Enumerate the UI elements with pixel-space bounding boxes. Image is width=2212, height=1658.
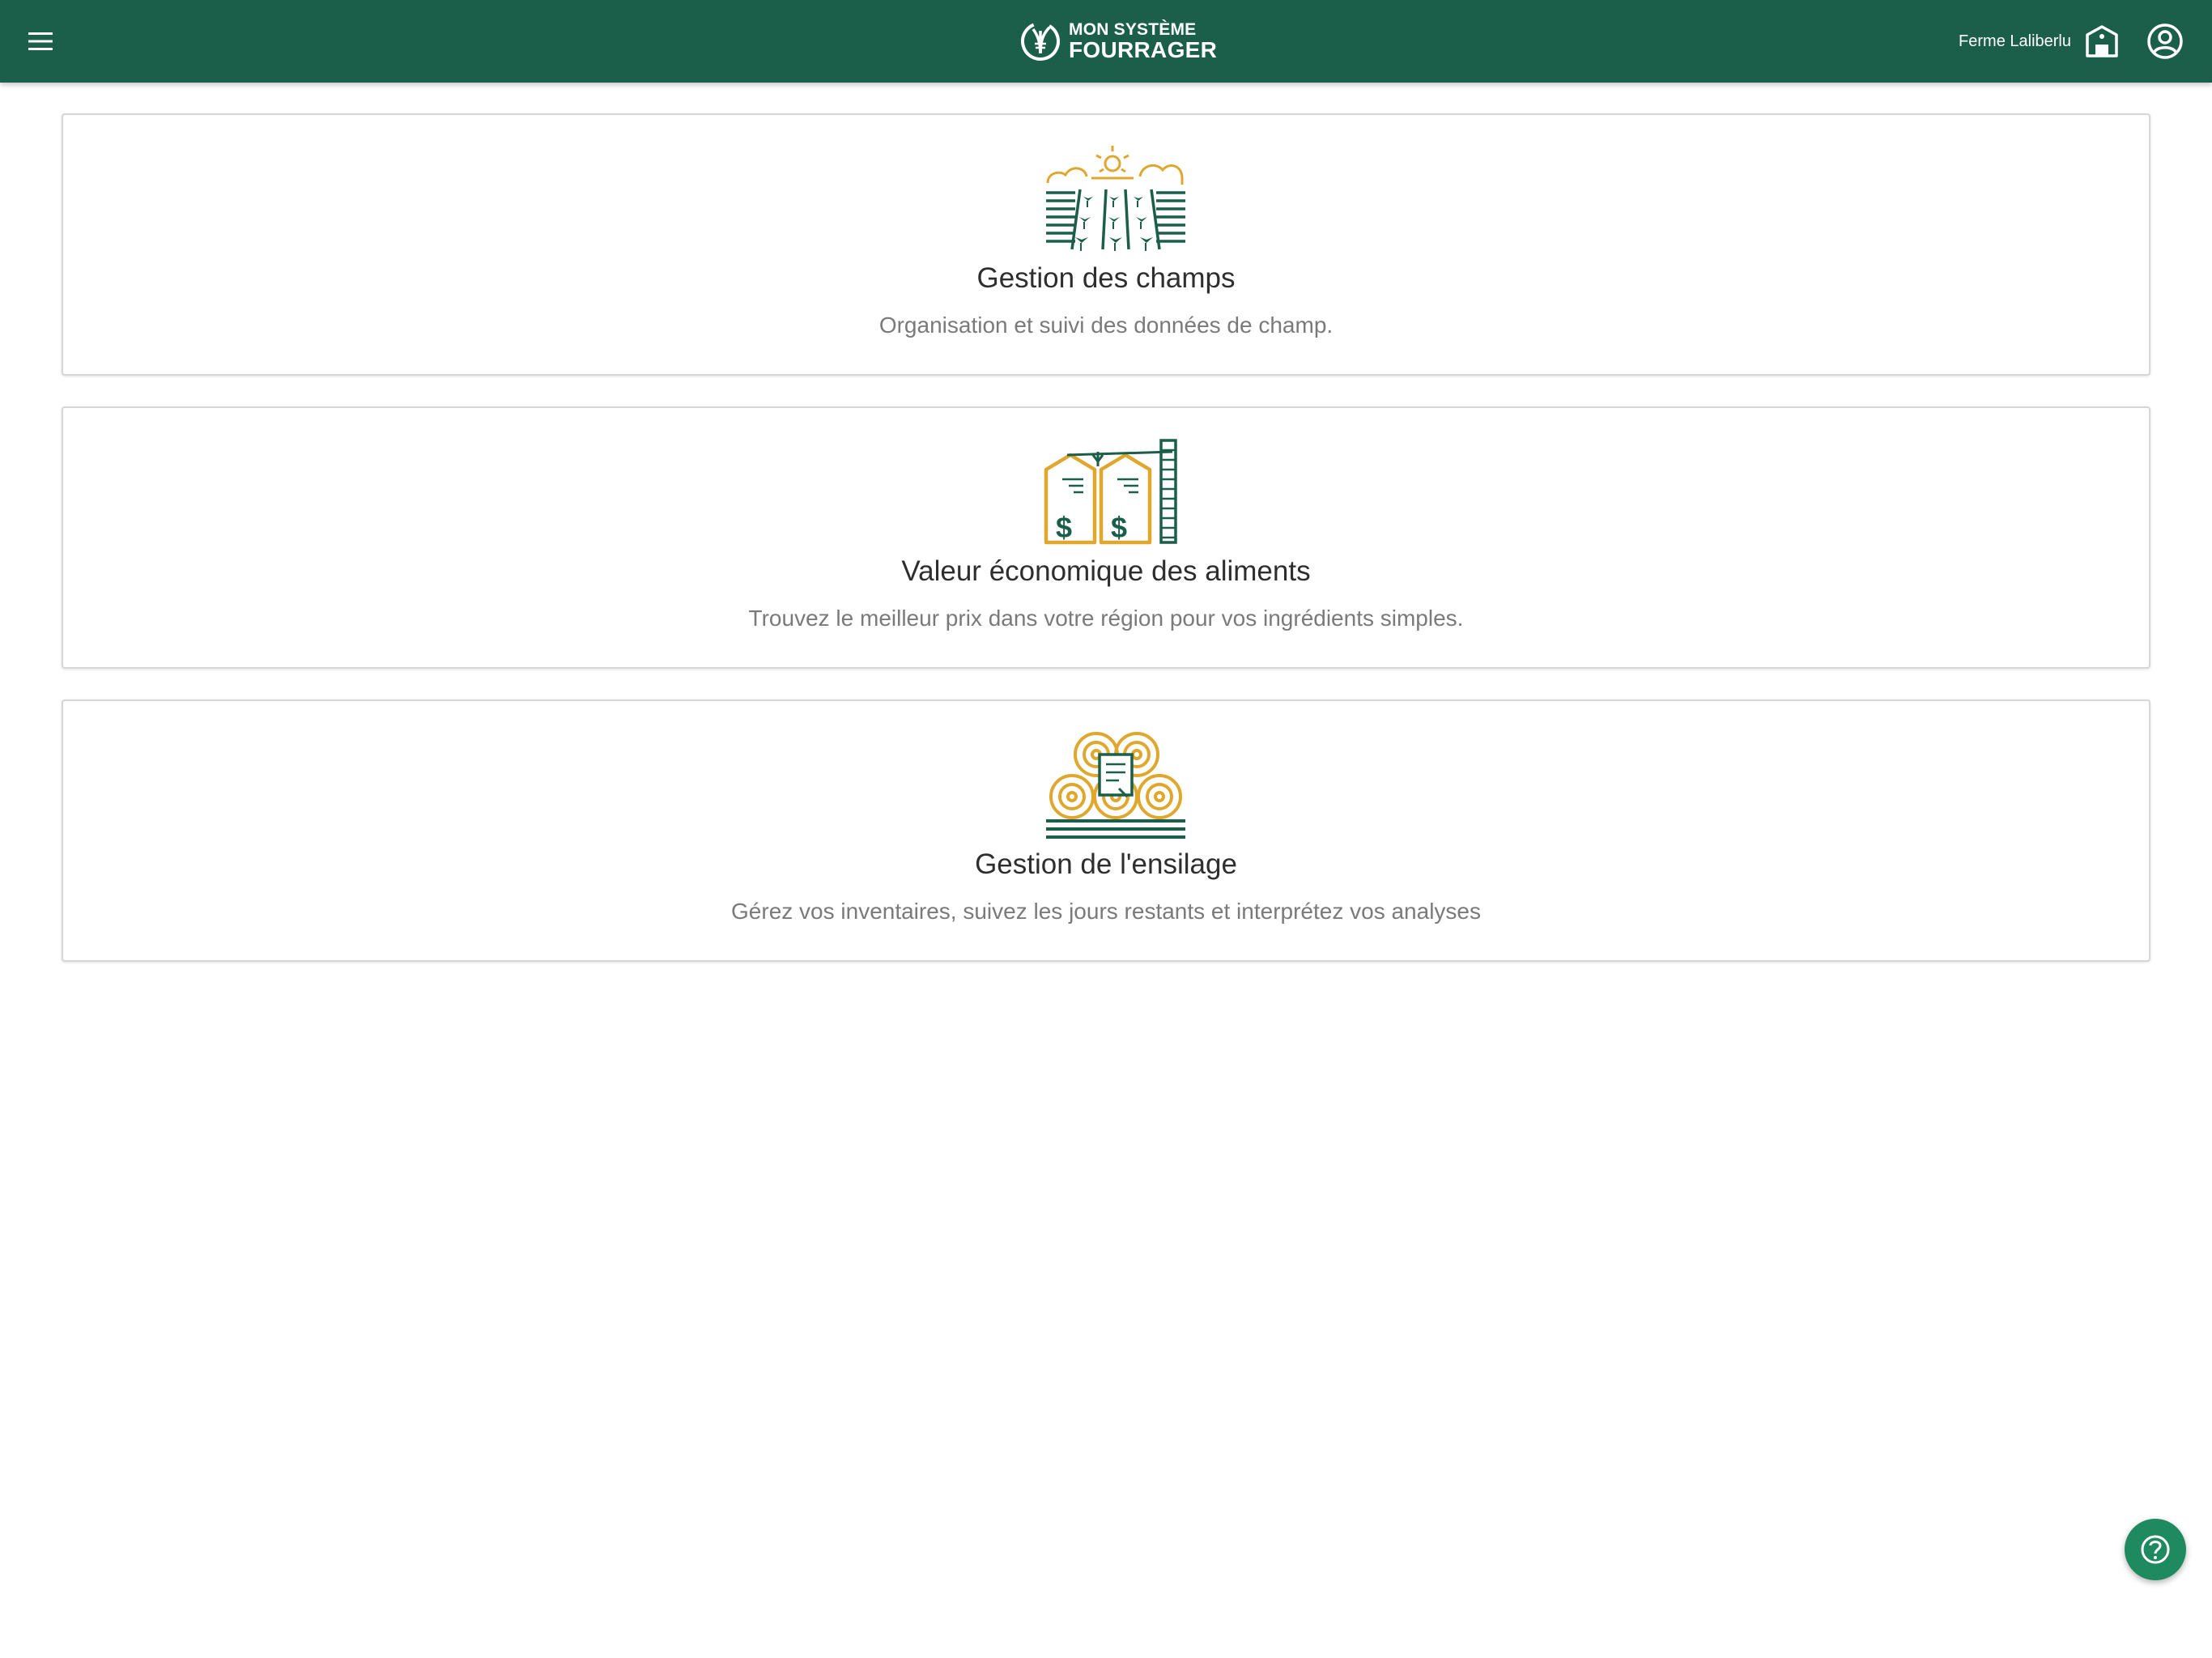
logo-emblem-icon — [1021, 21, 1060, 61]
logo-line-2: FOURRAGER — [1069, 37, 1218, 62]
menu-button[interactable] — [18, 19, 63, 64]
account-button[interactable] — [2142, 19, 2188, 64]
farm-button[interactable] — [2079, 19, 2125, 64]
card-description: Trouvez le meilleur prix dans votre régi… — [748, 606, 1464, 631]
card-field-management[interactable]: Gestion des champs Organisation et suivi… — [62, 113, 2150, 376]
card-description: Gérez vos inventaires, suivez les jours … — [731, 899, 1481, 924]
farm-selector-area: Ferme Laliberlu — [1959, 0, 2212, 83]
top-app-bar: MON SYSTÈME FOURRAGER Ferme Laliberlu — [0, 0, 2212, 83]
farm-name[interactable]: Ferme Laliberlu — [1959, 32, 2071, 51]
svg-text:$: $ — [1056, 511, 1072, 544]
logo-text: MON SYSTÈME FOURRAGER — [1069, 21, 1217, 62]
card-title: Gestion de l'ensilage — [975, 848, 1237, 880]
card-title: Valeur économique des aliments — [901, 555, 1311, 587]
logo-line-1: MON SYSTÈME — [1069, 20, 1197, 39]
svg-text:$: $ — [1111, 511, 1127, 544]
barn-icon — [2086, 25, 2118, 57]
card-feed-economic-value[interactable]: $ $ Valeur économique des aliments Trouv… — [62, 406, 2150, 669]
card-description: Organisation et suivi des données de cha… — [878, 312, 1334, 338]
hay-bales-icon — [1046, 732, 1185, 839]
card-silage-management[interactable]: Gestion de l'ensilage Gérez vos inventai… — [62, 699, 2150, 962]
field-sun-crops-icon — [1046, 146, 1185, 251]
app-logo[interactable]: MON SYSTÈME FOURRAGER — [1019, 18, 1217, 65]
help-button[interactable] — [2125, 1519, 2186, 1580]
silo-price-icon: $ $ — [1044, 439, 1177, 545]
card-title: Gestion des champs — [976, 262, 1236, 294]
hamburger-menu-icon — [28, 32, 53, 50]
help-circle-icon — [2141, 1535, 2170, 1564]
account-circle-icon — [2147, 23, 2183, 59]
